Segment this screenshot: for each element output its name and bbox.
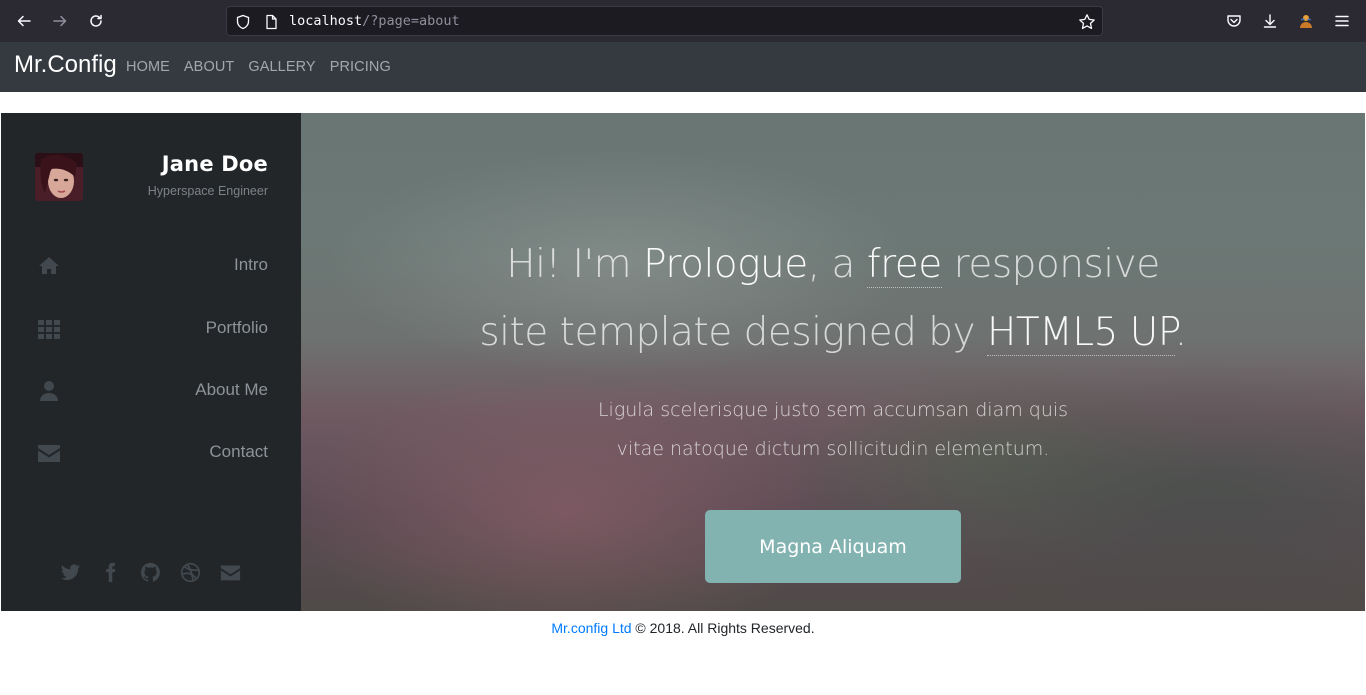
hero-title: Hi! I'm Prologue, a free responsive site… — [301, 231, 1365, 367]
arrow-left-icon — [17, 15, 31, 27]
pocket-button[interactable] — [1224, 11, 1244, 31]
envelope-icon — [37, 441, 61, 465]
page-footer: Mr.config Ltd © 2018. All Rights Reserve… — [0, 620, 1366, 636]
extension-button[interactable] — [1296, 11, 1316, 31]
menu-item-home[interactable]: HOME — [126, 59, 170, 75]
social-links — [59, 561, 241, 583]
arrow-right-icon — [53, 15, 67, 27]
profile-name: Jane Doe — [161, 152, 268, 176]
profile-role: Hyperspace Engineer — [147, 184, 268, 198]
hero-title-text: responsive — [941, 242, 1161, 287]
sidebar-item-portfolio[interactable]: Portfolio — [1, 301, 301, 357]
footer-link[interactable]: Mr.config Ltd — [551, 620, 631, 636]
app-menu-button[interactable] — [1332, 11, 1352, 31]
download-icon — [1263, 14, 1277, 28]
site-navbar: Mr.Config HOME ABOUT GALLERY PRICING — [0, 42, 1366, 92]
forward-button[interactable] — [48, 9, 72, 33]
hero-subtitle: Ligula scelerisque justo sem accumsan di… — [301, 391, 1365, 469]
bookmark-star-icon[interactable] — [1078, 13, 1096, 31]
avatar — [35, 153, 83, 201]
url-path: /?page=about — [362, 13, 460, 29]
template-frame: Jane Doe Hyperspace Engineer Intro Portf… — [1, 113, 1365, 611]
hero-title-text: site template designed by — [479, 310, 988, 355]
hero-title-highlight: Prologue — [643, 242, 808, 287]
downloads-button[interactable] — [1260, 11, 1280, 31]
reload-button[interactable] — [84, 9, 108, 33]
magna-aliquam-button[interactable]: Magna Aliquam — [705, 510, 961, 583]
hamburger-icon — [1335, 15, 1349, 27]
hero-subtitle-line: vitae natoque dictum sollicitudin elemen… — [616, 438, 1050, 460]
shield-icon[interactable] — [235, 14, 251, 30]
menu-item-about[interactable]: ABOUT — [184, 59, 234, 75]
url-host: localhost — [289, 13, 363, 29]
sidebar-item-intro[interactable]: Intro — [1, 238, 301, 294]
grid-icon — [37, 317, 61, 341]
sidebar: Jane Doe Hyperspace Engineer Intro Portf… — [1, 113, 301, 611]
extension-icon — [1300, 15, 1312, 28]
sidebar-item-label: Contact — [209, 442, 268, 461]
back-button[interactable] — [12, 9, 36, 33]
hero-title-text: . — [1174, 310, 1187, 355]
hero-title-text: Hi! I'm — [506, 242, 644, 287]
home-icon — [37, 254, 61, 278]
url-bar[interactable]: localhost/?page=about — [226, 6, 1103, 36]
twitter-icon[interactable] — [59, 561, 81, 583]
dribbble-icon[interactable] — [179, 561, 201, 583]
sidebar-item-label: Intro — [233, 255, 268, 274]
url-text[interactable]: localhost/?page=about — [289, 13, 460, 29]
page-icon[interactable] — [263, 14, 279, 30]
footer-copyright: © 2018. All Rights Reserved. — [631, 620, 815, 636]
sidebar-item-label: About Me — [195, 380, 268, 399]
brand-logo[interactable]: Mr.Config — [14, 51, 117, 79]
sidebar-item-contact[interactable]: Contact — [1, 425, 301, 481]
menu-item-pricing[interactable]: PRICING — [330, 59, 391, 75]
pocket-icon — [1227, 15, 1241, 27]
hero-title-text: , a — [807, 242, 867, 287]
sidebar-item-label: Portfolio — [205, 318, 268, 337]
user-icon — [37, 379, 61, 403]
hero-section: Hi! I'm Prologue, a free responsive site… — [301, 113, 1365, 611]
main-menu: HOME ABOUT GALLERY PRICING — [126, 59, 405, 75]
sidebar-item-about-me[interactable]: About Me — [1, 363, 301, 419]
hero-link-free[interactable]: free — [866, 242, 942, 288]
browser-toolbar: localhost/?page=about — [0, 0, 1366, 42]
facebook-icon[interactable] — [99, 561, 121, 583]
hero-subtitle-line: Ligula scelerisque justo sem accumsan di… — [597, 399, 1069, 421]
hero-link-html5up[interactable]: HTML5 UP — [987, 310, 1175, 356]
github-icon[interactable] — [139, 561, 161, 583]
envelope-icon[interactable] — [219, 561, 241, 583]
reload-icon — [90, 14, 102, 27]
menu-item-gallery[interactable]: GALLERY — [248, 59, 315, 75]
